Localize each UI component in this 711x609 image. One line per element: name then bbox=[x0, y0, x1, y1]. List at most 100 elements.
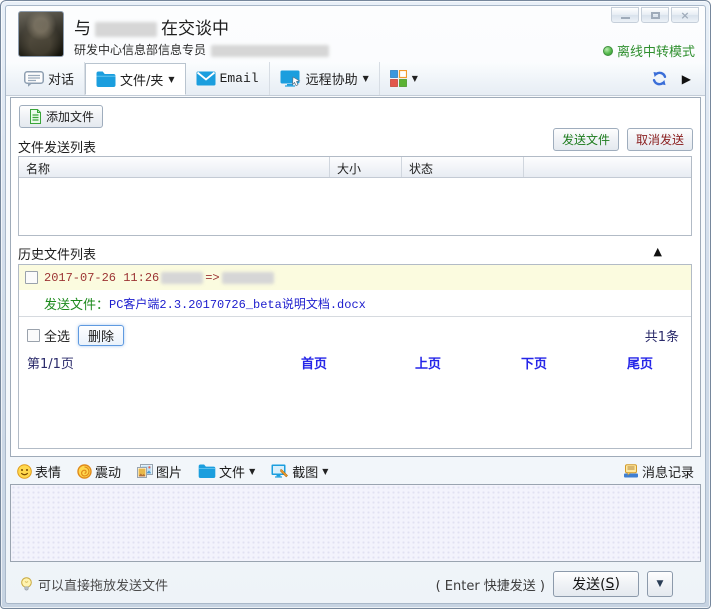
send-list-title: 文件发送列表 bbox=[18, 137, 96, 156]
send-button[interactable]: 发送(S) bbox=[553, 571, 639, 597]
tab-remote-assist[interactable]: 远程协助 ▼ bbox=[270, 62, 380, 95]
add-file-label: 添加文件 bbox=[46, 108, 94, 125]
cancel-send-button[interactable]: 取消发送 bbox=[627, 128, 693, 151]
screenshot-label: 截图 bbox=[292, 462, 318, 481]
send-label-suffix: ) bbox=[614, 576, 619, 592]
contact-role-label: 研发中心信息部信息专员 bbox=[74, 43, 206, 57]
column-header-empty bbox=[524, 157, 691, 177]
column-header-status[interactable]: 状态 bbox=[402, 157, 524, 177]
chevron-down-icon: ▼ bbox=[412, 74, 418, 83]
chevron-down-icon: ▼ bbox=[322, 467, 328, 476]
file-label: 文件 bbox=[219, 462, 245, 481]
send-file-button[interactable]: 发送文件 bbox=[553, 128, 619, 151]
bulb-icon bbox=[20, 577, 33, 592]
chevron-down-icon: ▼ bbox=[249, 467, 255, 476]
minimize-icon bbox=[621, 17, 630, 19]
select-all-checkbox[interactable] bbox=[27, 329, 40, 342]
pager-first-link[interactable]: 首页 bbox=[301, 353, 327, 372]
history-count: 共1条 bbox=[645, 326, 679, 345]
add-file-icon bbox=[28, 109, 43, 124]
page-indicator: 第1/1页 bbox=[27, 353, 74, 372]
delete-button[interactable]: 删除 bbox=[78, 325, 124, 346]
minimize-button[interactable] bbox=[611, 7, 639, 23]
tab-remote-assist-label: 远程协助 bbox=[306, 69, 358, 88]
window-title: 与 在交谈中 bbox=[74, 14, 229, 39]
expand-right-icon[interactable]: ▶ bbox=[682, 72, 691, 86]
redacted-sender bbox=[161, 272, 203, 284]
history-item-checkbox[interactable] bbox=[25, 271, 38, 284]
app-grid-icon bbox=[390, 70, 407, 87]
image-icon bbox=[137, 464, 153, 478]
chat-window: 与 在交谈中 研发中心信息部信息专员 × 离线中转模式 对话 文件/夹 ▼ bbox=[0, 0, 711, 609]
folder-icon bbox=[96, 71, 116, 87]
screenshot-button[interactable]: 截图 ▼ bbox=[271, 462, 328, 481]
image-button[interactable]: 图片 bbox=[137, 462, 182, 481]
file-transfer-panel: 添加文件 文件发送列表 发送文件 取消发送 名称 大小 状态 历史文件列表 ▲ … bbox=[10, 97, 701, 457]
send-file-table: 名称 大小 状态 bbox=[18, 156, 692, 236]
image-label: 图片 bbox=[156, 462, 182, 481]
shake-icon bbox=[77, 464, 92, 479]
folder-icon bbox=[198, 464, 216, 478]
drag-drop-hint-label: 可以直接拖放发送文件 bbox=[38, 575, 168, 594]
file-button[interactable]: 文件 ▼ bbox=[198, 462, 255, 481]
history-item-action-label: 发送文件： bbox=[44, 294, 109, 313]
message-history-label: 消息记录 bbox=[642, 462, 694, 481]
sync-icon[interactable] bbox=[652, 71, 667, 86]
tab-email-label: Email bbox=[220, 71, 259, 86]
send-options-dropdown-button[interactable]: ▼ bbox=[647, 571, 673, 597]
history-item-file-row: 发送文件： PC客户端2.3.20170726_beta说明文档.docx bbox=[19, 290, 691, 317]
main-toolbar: 对话 文件/夹 ▼ Email 远程协助 ▼ ▼ bbox=[6, 62, 705, 96]
emoji-label: 表情 bbox=[35, 462, 61, 481]
message-history-icon bbox=[623, 464, 639, 478]
history-item-filename[interactable]: PC客户端2.3.20170726_beta说明文档.docx bbox=[109, 295, 366, 312]
collapse-up-icon[interactable]: ▲ bbox=[654, 245, 662, 258]
pager-next-link[interactable]: 下页 bbox=[521, 353, 547, 372]
shake-button[interactable]: 震动 bbox=[77, 462, 121, 481]
contact-role: 研发中心信息部信息专员 bbox=[74, 41, 329, 58]
tab-chat-label: 对话 bbox=[48, 69, 74, 88]
offline-relay-mode-toggle[interactable]: 离线中转模式 bbox=[603, 41, 695, 60]
redacted-contact-name bbox=[95, 22, 157, 37]
close-button[interactable]: × bbox=[671, 7, 699, 23]
message-history-button[interactable]: 消息记录 bbox=[623, 462, 694, 481]
tab-email[interactable]: Email bbox=[186, 62, 270, 95]
app-grid-menu[interactable]: ▼ bbox=[380, 62, 428, 95]
titlebar: 与 在交谈中 研发中心信息部信息专员 × 离线中转模式 bbox=[6, 6, 705, 62]
column-header-size[interactable]: 大小 bbox=[330, 157, 402, 177]
email-icon bbox=[196, 71, 216, 86]
mode-label: 离线中转模式 bbox=[617, 41, 695, 60]
table-header: 名称 大小 状态 bbox=[19, 157, 691, 178]
status-bar: 可以直接拖放发送文件 ( Enter 快捷发送 ) 发送(S) ▼ bbox=[10, 564, 701, 604]
tab-file-folder[interactable]: 文件/夹 ▼ bbox=[85, 63, 186, 95]
emoji-icon bbox=[17, 464, 32, 479]
emoji-button[interactable]: 表情 bbox=[17, 462, 61, 481]
shake-label: 震动 bbox=[95, 462, 121, 481]
select-all-label: 全选 bbox=[44, 326, 70, 345]
send-label-key: S bbox=[606, 576, 615, 592]
history-actions-row: 全选 删除 共1条 bbox=[19, 323, 691, 347]
pager-last-link[interactable]: 尾页 bbox=[627, 353, 653, 372]
remote-assist-icon bbox=[280, 70, 302, 87]
drag-drop-hint: 可以直接拖放发送文件 bbox=[20, 575, 168, 594]
send-label-prefix: 发送( bbox=[572, 574, 605, 594]
window-controls: × bbox=[611, 7, 699, 23]
chevron-down-icon: ▼ bbox=[657, 579, 664, 589]
title-prefix: 与 bbox=[74, 19, 91, 39]
redacted-receiver bbox=[222, 272, 274, 284]
tab-chat[interactable]: 对话 bbox=[14, 62, 85, 95]
maximize-button[interactable] bbox=[641, 7, 669, 23]
add-file-button[interactable]: 添加文件 bbox=[19, 105, 103, 128]
message-input[interactable] bbox=[10, 484, 701, 562]
pagination-row: 第1/1页 首页 上页 下页 尾页 bbox=[19, 351, 691, 371]
close-icon: × bbox=[680, 10, 689, 21]
chevron-down-icon: ▼ bbox=[168, 75, 174, 84]
pager-prev-link[interactable]: 上页 bbox=[415, 353, 441, 372]
column-header-name[interactable]: 名称 bbox=[19, 157, 330, 177]
contact-avatar[interactable] bbox=[18, 11, 64, 57]
history-item-date: 2017-07-26 11:26 bbox=[44, 271, 159, 285]
composer-toolbar: 表情 震动 图片 文件 ▼ 截图 ▼ bbox=[10, 460, 701, 482]
toolbar-right: ▶ bbox=[652, 62, 705, 95]
screenshot-icon bbox=[271, 464, 289, 479]
history-list: 2017-07-26 11:26 => 发送文件： PC客户端2.3.20170… bbox=[18, 264, 692, 449]
title-suffix: 在交谈中 bbox=[161, 19, 229, 39]
